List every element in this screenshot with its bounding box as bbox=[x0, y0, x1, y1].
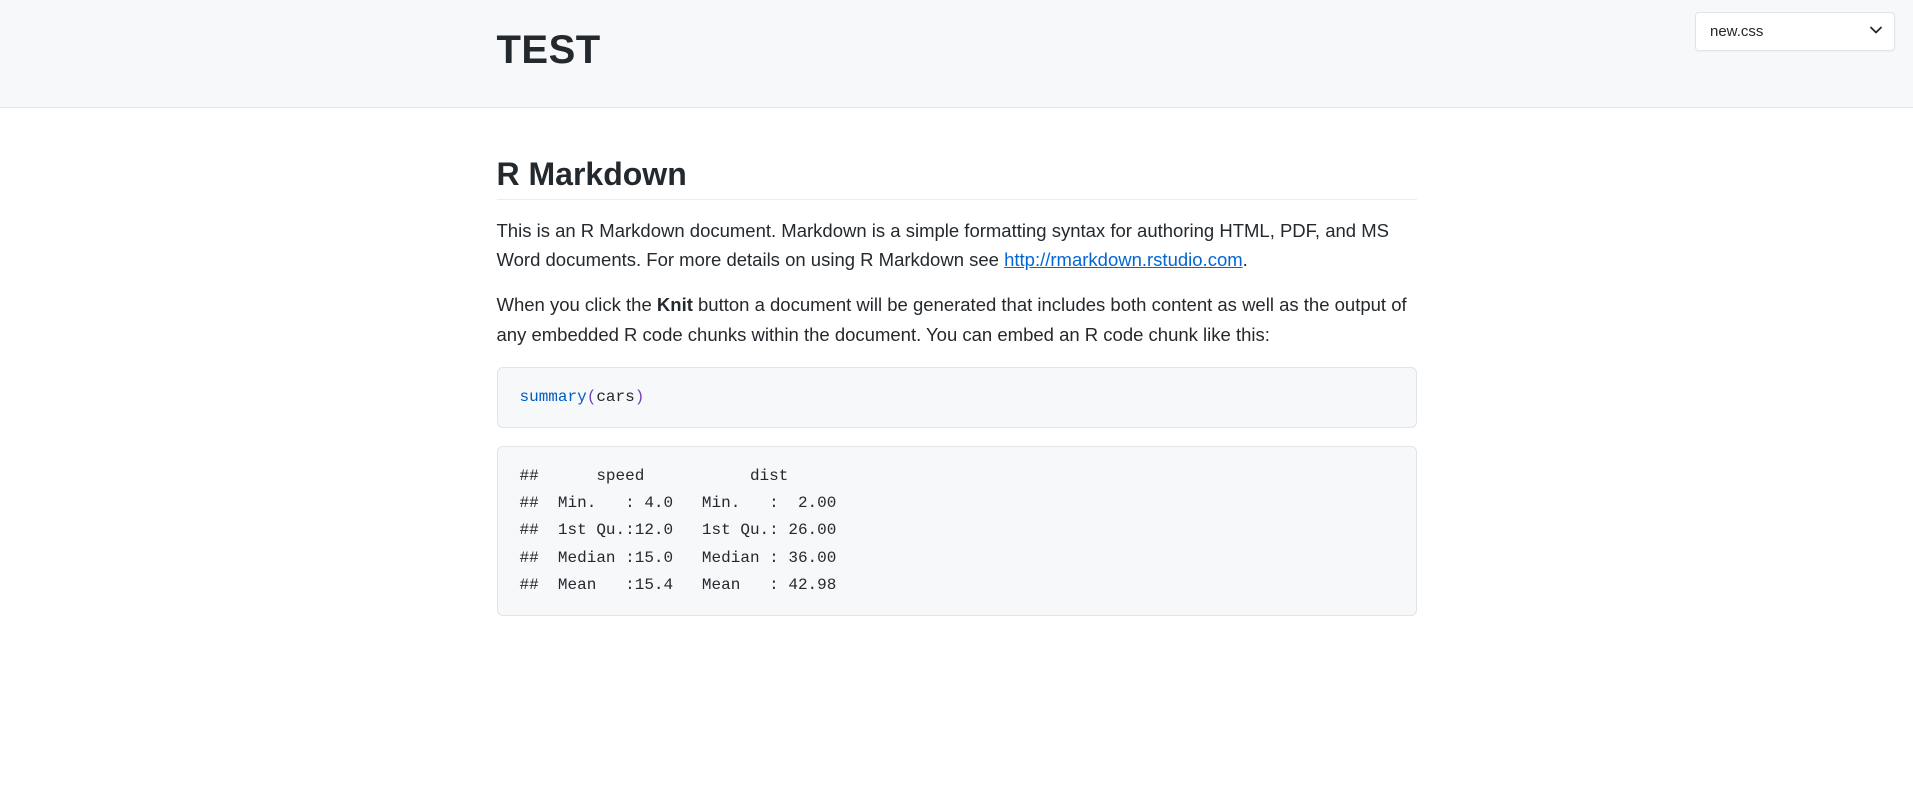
css-theme-selected-label: new.css bbox=[1710, 23, 1763, 40]
section-heading: R Markdown bbox=[497, 156, 1417, 200]
knit-strong: Knit bbox=[657, 294, 693, 315]
document-body: R Markdown This is an R Markdown documen… bbox=[497, 108, 1417, 674]
document-title: TEST bbox=[497, 28, 1417, 73]
rmarkdown-link[interactable]: http://rmarkdown.rstudio.com bbox=[1004, 249, 1243, 270]
paragraph-intro: This is an R Markdown document. Markdown… bbox=[497, 216, 1417, 274]
code-chunk: summary(cars) bbox=[497, 367, 1417, 428]
code-token-close-paren: ) bbox=[635, 388, 645, 406]
paragraph-knit: When you click the Knit button a documen… bbox=[497, 290, 1417, 348]
code-token-function: summary bbox=[520, 388, 587, 406]
chevron-down-icon bbox=[1868, 22, 1884, 42]
css-theme-selector[interactable]: new.css bbox=[1695, 12, 1895, 51]
paragraph-knit-text-a: When you click the bbox=[497, 294, 657, 315]
code-output: ## speed dist ## Min. : 4.0 Min. : 2.00 … bbox=[497, 446, 1417, 616]
paragraph-intro-text-b: . bbox=[1243, 249, 1248, 270]
code-token-open-paren: ( bbox=[587, 388, 597, 406]
code-token-argument: cars bbox=[596, 388, 634, 406]
page-header: TEST new.css bbox=[0, 0, 1913, 108]
paragraph-intro-text-a: This is an R Markdown document. Markdown… bbox=[497, 220, 1389, 270]
